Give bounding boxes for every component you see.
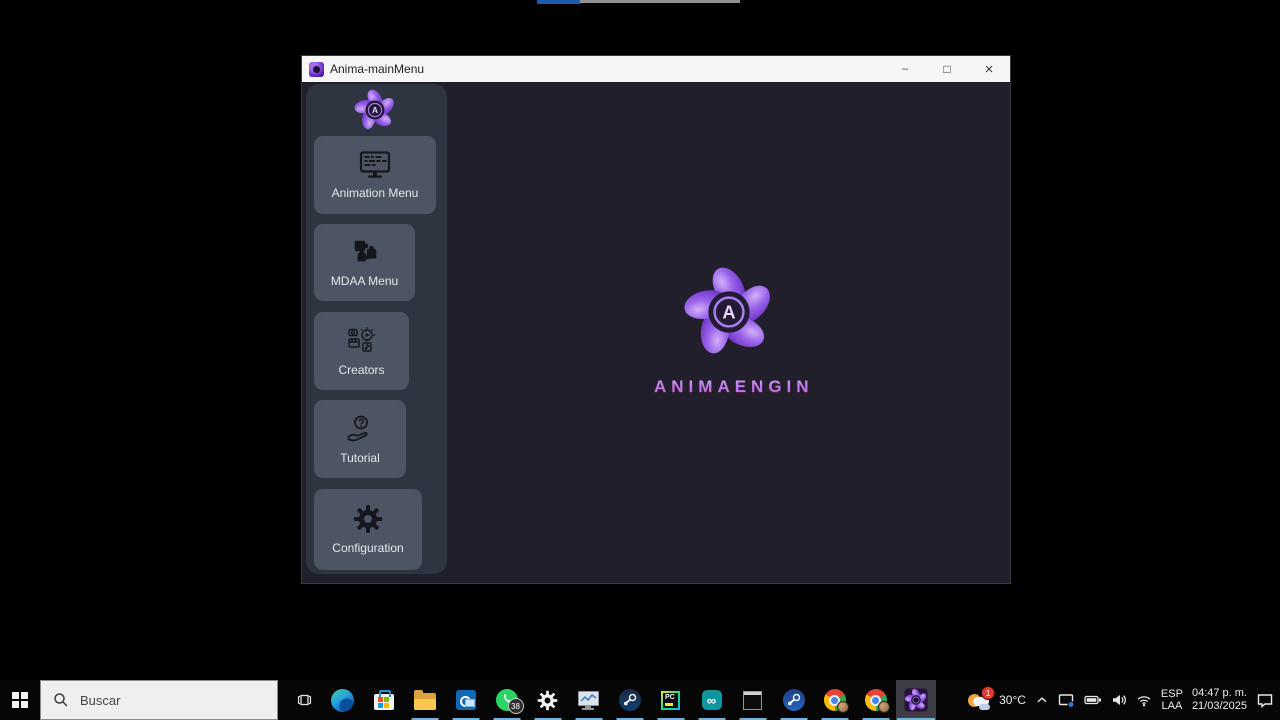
monitor-code-icon	[358, 151, 392, 179]
puzzle-icon	[350, 237, 380, 267]
chrome-icon-2	[865, 689, 887, 711]
tray-pc-status[interactable]	[1058, 692, 1075, 708]
system-tray: 1 30°C	[967, 680, 1274, 720]
taskbar-item-chrome[interactable]	[814, 680, 855, 720]
chevron-up-icon	[1035, 693, 1049, 707]
language-code: ESP	[1161, 688, 1183, 700]
anima-logo-small: A	[353, 88, 397, 132]
windows-logo-icon	[12, 692, 28, 708]
file-explorer-icon	[414, 693, 436, 710]
taskbar-item-file-explorer[interactable]	[404, 680, 445, 720]
pc-status-icon	[1058, 692, 1075, 708]
taskbar-item-edge[interactable]	[322, 680, 363, 720]
tray-battery[interactable]	[1084, 692, 1102, 708]
keyboard-layout: LAA	[1161, 700, 1183, 712]
mdaa-menu-label: MDAA Menu	[331, 274, 398, 288]
steam-icon-2	[783, 689, 805, 711]
search-input[interactable]	[78, 692, 262, 709]
configuration-button[interactable]: Configuration	[314, 489, 422, 570]
steam-icon	[619, 689, 641, 711]
taskbar-item-steam[interactable]	[609, 680, 650, 720]
battery-icon	[1084, 692, 1102, 708]
mdaa-menu-button[interactable]: MDAA Menu	[314, 224, 415, 301]
time-label: 04:47 p. m.	[1192, 687, 1247, 700]
outlook-icon	[456, 690, 476, 710]
animation-menu-label: Animation Menu	[332, 186, 419, 200]
minimize-button[interactable]: –	[884, 56, 926, 82]
tutorial-button[interactable]: Tutorial	[314, 400, 406, 478]
taskbar-item-steam-2[interactable]	[773, 680, 814, 720]
taskbar: 38	[0, 680, 1280, 720]
start-button[interactable]	[0, 680, 40, 720]
configuration-label: Configuration	[332, 541, 403, 555]
window-titlebar[interactable]: Anima-mainMenu – □ ×	[302, 56, 1010, 82]
window-title: Anima-mainMenu	[330, 62, 424, 76]
anima-main-window: Anima-mainMenu – □ × A	[302, 56, 1010, 583]
chrome-icon	[824, 689, 846, 711]
taskbar-search[interactable]	[40, 680, 278, 720]
weather-badge: 1	[981, 686, 995, 700]
taskbar-item-store[interactable]	[363, 680, 404, 720]
anima-logo-large: A	[681, 264, 777, 360]
weather-icon: 1	[967, 687, 993, 713]
temperature-label: 30°C	[999, 693, 1026, 707]
taskbar-app-icons: 38	[322, 680, 936, 720]
taskbar-item-whatsapp[interactable]: 38	[486, 680, 527, 720]
gear-icon	[353, 504, 383, 534]
hand-question-icon	[344, 414, 376, 444]
animation-menu-button[interactable]: Animation Menu	[314, 136, 436, 214]
tray-network[interactable]	[1136, 692, 1152, 708]
task-view-icon	[296, 692, 313, 708]
action-center-icon	[1256, 692, 1274, 709]
taskbar-item-arduino[interactable]: ∞	[691, 680, 732, 720]
whatsapp-badge: 38	[508, 698, 524, 714]
tray-volume[interactable]	[1111, 692, 1127, 708]
close-button[interactable]: ×	[968, 56, 1010, 82]
taskbar-item-terminal[interactable]	[732, 680, 773, 720]
edge-icon	[331, 689, 354, 712]
settings-gear-icon	[537, 690, 558, 711]
weather-widget[interactable]: 1 30°C	[967, 687, 1026, 713]
pycharm-icon: PC	[661, 691, 680, 710]
taskbar-item-anima-active[interactable]	[896, 680, 936, 720]
creators-button[interactable]: Creators	[314, 312, 409, 390]
chrome-profile-badge-2	[878, 701, 890, 713]
anima-app-icon	[309, 62, 324, 77]
tutorial-label: Tutorial	[340, 451, 380, 465]
anima-taskbar-icon	[904, 688, 928, 712]
taskbar-item-chrome-2[interactable]	[855, 680, 896, 720]
terminal-icon	[743, 691, 762, 710]
window-content: A Animation Menu	[302, 82, 1010, 583]
search-icon	[53, 692, 69, 708]
tray-expand-button[interactable]	[1035, 693, 1049, 707]
brand-name: ANIMAENGINE	[649, 377, 809, 397]
date-label: 21/03/2025	[1192, 700, 1247, 713]
chrome-profile-badge	[837, 701, 849, 713]
logo-letter-large: A	[722, 302, 735, 323]
creators-label: Creators	[338, 363, 384, 377]
microsoft-store-icon	[374, 694, 394, 710]
whatsapp-icon: 38	[496, 689, 518, 711]
brand-block: A ANIMAENGINE	[649, 264, 809, 397]
action-center-button[interactable]	[1256, 692, 1274, 709]
top-edge-strip-blue	[537, 0, 580, 4]
language-indicator[interactable]: ESP LAA	[1161, 688, 1183, 712]
taskbar-item-settings[interactable]	[527, 680, 568, 720]
task-manager-icon	[578, 690, 599, 710]
logo-letter: A	[372, 105, 378, 115]
taskbar-item-pycharm[interactable]: PC	[650, 680, 691, 720]
wifi-icon	[1136, 692, 1152, 708]
taskbar-item-task-manager[interactable]	[568, 680, 609, 720]
maximize-button[interactable]: □	[926, 56, 968, 82]
taskbar-item-outlook[interactable]	[445, 680, 486, 720]
creator-tools-icon	[345, 326, 379, 356]
arduino-icon: ∞	[702, 690, 722, 710]
speaker-icon	[1111, 692, 1127, 708]
task-view-button[interactable]	[284, 680, 324, 720]
clock[interactable]: 04:47 p. m. 21/03/2025	[1192, 687, 1247, 713]
top-edge-strip-gray	[580, 0, 740, 3]
